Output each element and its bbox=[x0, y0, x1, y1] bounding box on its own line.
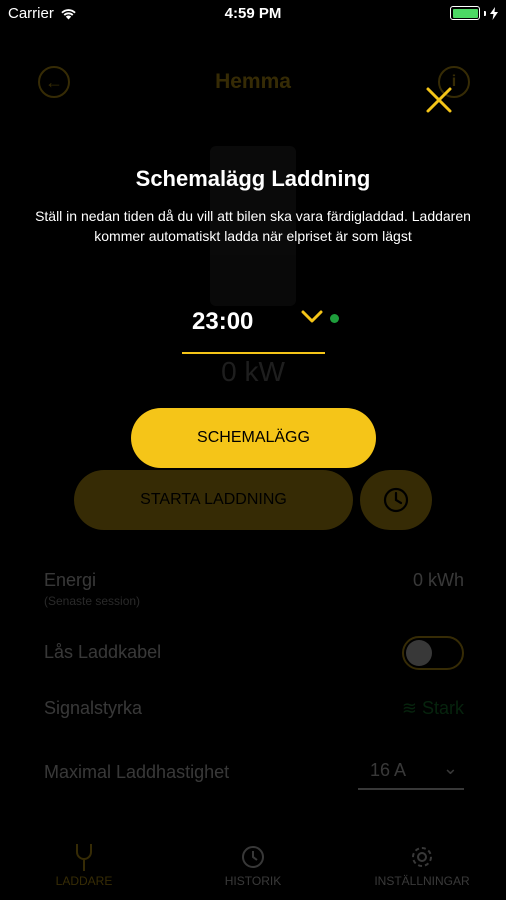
energy-sublabel: (Senaste session) bbox=[44, 594, 141, 608]
close-icon bbox=[426, 87, 452, 113]
chevron-down-icon: ⌄ bbox=[442, 758, 458, 778]
tab-laddare-label: LADDARE bbox=[55, 874, 113, 888]
energy-value: 0 kWh bbox=[412, 570, 464, 590]
max-speed-value: 16 A bbox=[370, 760, 407, 780]
time-value: 23:00 bbox=[192, 308, 254, 335]
status-bar: Carrier 4:59 PM bbox=[0, 0, 506, 28]
max-speed-select[interactable]: 16 A ⌄ bbox=[358, 758, 464, 790]
signal-wifi-icon: ≋ bbox=[401, 698, 422, 718]
chevron-down-icon bbox=[301, 310, 323, 323]
tab-historik[interactable]: HISTORIK bbox=[183, 840, 323, 888]
max-speed-label: Maximal Laddhastighet bbox=[44, 762, 230, 782]
cable-lock-label: Lås Laddkabel bbox=[44, 642, 162, 662]
energy-label: Energi bbox=[44, 570, 97, 590]
modal-description: Ställ in nedan tiden då du vill att bile… bbox=[35, 208, 471, 244]
schedule-button[interactable]: SCHEMALÄGG bbox=[131, 408, 376, 468]
signal-label: Signalstyrka bbox=[44, 698, 143, 718]
tab-installningar-label: INSTÄLLNINGAR bbox=[374, 874, 470, 888]
history-icon bbox=[183, 840, 323, 874]
power-value: 0 kW bbox=[221, 356, 285, 387]
clock-icon bbox=[383, 487, 409, 513]
signal-value: ≋ Stark bbox=[402, 698, 464, 719]
gear-icon bbox=[352, 840, 492, 874]
status-dot bbox=[330, 314, 339, 323]
battery-icon bbox=[450, 6, 480, 20]
tab-historik-label: HISTORIK bbox=[224, 874, 282, 888]
tab-laddare[interactable]: LADDARE bbox=[14, 840, 154, 888]
status-time: 4:59 PM bbox=[224, 5, 282, 22]
signal-value-text: Stark bbox=[421, 698, 464, 718]
modal-title: Schemalägg Laddning bbox=[135, 166, 371, 191]
tab-installningar[interactable]: INSTÄLLNINGAR bbox=[352, 840, 492, 888]
close-button[interactable] bbox=[425, 86, 453, 114]
tab-bar: LADDARE HISTORIK INSTÄLLNINGAR bbox=[0, 840, 506, 900]
cable-lock-toggle[interactable] bbox=[402, 636, 464, 670]
start-charging-button[interactable]: STARTA LADDNING bbox=[74, 470, 353, 530]
time-select[interactable]: 23:00 bbox=[182, 300, 325, 354]
schedule-clock-button[interactable] bbox=[360, 470, 432, 530]
charging-bolt-icon bbox=[490, 6, 498, 20]
charger-plug-icon bbox=[14, 840, 154, 874]
battery-indicator bbox=[450, 6, 498, 20]
